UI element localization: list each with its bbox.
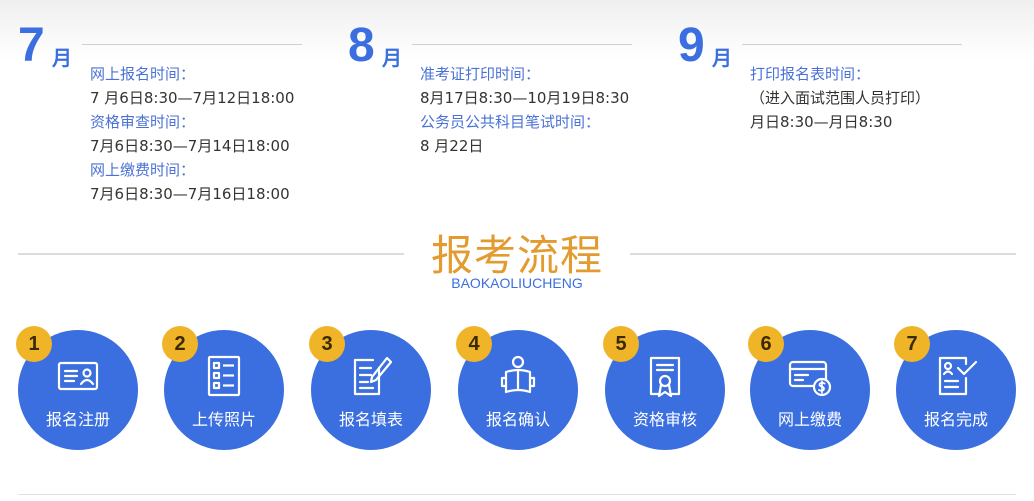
step-number-badge: 6 xyxy=(748,326,784,362)
photo-form-icon xyxy=(207,355,241,397)
schedule-value: （进入面试范围人员打印） xyxy=(750,89,931,107)
step-label: 报名填表 xyxy=(338,410,403,429)
step-label: 报名完成 xyxy=(923,410,988,429)
id-card-icon xyxy=(57,361,99,391)
schedule-label: 网上报名时间： xyxy=(90,65,196,83)
step-qualification-review[interactable]: 5 资格审核 xyxy=(603,326,725,450)
bottom-divider xyxy=(18,494,1016,495)
step-number-badge: 7 xyxy=(894,326,930,362)
reading-person-icon xyxy=(500,355,536,394)
month-unit: 月 xyxy=(712,46,732,70)
step-label: 报名确认 xyxy=(485,410,550,429)
step-complete[interactable]: 7 报名完成 xyxy=(894,326,1016,450)
step-confirm[interactable]: 4 报名确认 xyxy=(456,326,578,450)
schedule-value: 8月17日8:30—10月19日8:30 xyxy=(420,89,630,107)
section-title: 报考流程 xyxy=(430,231,603,280)
section-subtitle: BAOKAOLIUCHENG xyxy=(451,275,583,291)
schedule-value: 7 月6日8:30—7月12日18:00 xyxy=(90,89,295,107)
month-unit: 月 xyxy=(382,46,402,70)
schedule-label: 准考证打印时间： xyxy=(420,65,541,83)
schedule-label: 网上缴费时间： xyxy=(90,161,196,179)
schedule-value: 月日8:30—月日8:30 xyxy=(750,113,893,131)
step-number-badge: 5 xyxy=(603,326,639,362)
step-register[interactable]: 1 报名注册 xyxy=(16,326,138,450)
schedule-value: 8 月22日 xyxy=(420,137,484,155)
month-number: 8 xyxy=(348,19,375,72)
schedule-label: 资格审查时间： xyxy=(90,113,196,131)
month-number: 9 xyxy=(678,19,705,72)
divider xyxy=(742,44,962,45)
checked-document-icon xyxy=(938,356,978,396)
step-label: 网上缴费 xyxy=(777,410,842,429)
schedule-list: 准考证打印时间： 8月17日8:30—10月19日8:30 公务员公共科目笔试时… xyxy=(420,62,629,158)
step-payment[interactable]: 6 网上缴费 xyxy=(748,326,870,450)
divider xyxy=(412,44,632,45)
schedule-value: 7月6日8:30—7月16日18:00 xyxy=(90,185,290,203)
schedule-list: 网上报名时间： 7 月6日8:30—7月12日18:00 资格审查时间： 7月6… xyxy=(90,62,294,206)
step-label: 报名注册 xyxy=(45,410,110,429)
schedule-label: 公务员公共科目笔试时间： xyxy=(420,113,601,131)
step-number-badge: 1 xyxy=(16,326,52,362)
step-fill-form[interactable]: 3 报名填表 xyxy=(309,326,431,450)
fill-form-icon xyxy=(353,356,393,396)
month-number: 7 xyxy=(18,19,45,72)
card-payment-icon xyxy=(788,360,832,397)
step-number-badge: 4 xyxy=(456,326,492,362)
step-number-badge: 3 xyxy=(309,326,345,362)
step-label: 上传照片 xyxy=(191,410,256,429)
schedule-label: 打印报名表时间： xyxy=(750,65,871,83)
step-label: 资格审核 xyxy=(632,410,697,429)
schedule-value: 7月6日8:30—7月14日18:00 xyxy=(90,137,290,155)
month-unit: 月 xyxy=(52,46,72,70)
step-number-badge: 2 xyxy=(162,326,198,362)
divider xyxy=(82,44,302,45)
certificate-icon xyxy=(649,356,681,398)
schedule-list: 打印报名表时间： （进入面试范围人员打印） 月日8:30—月日8:30 xyxy=(750,62,930,134)
step-upload-photo[interactable]: 2 上传照片 xyxy=(162,326,284,450)
